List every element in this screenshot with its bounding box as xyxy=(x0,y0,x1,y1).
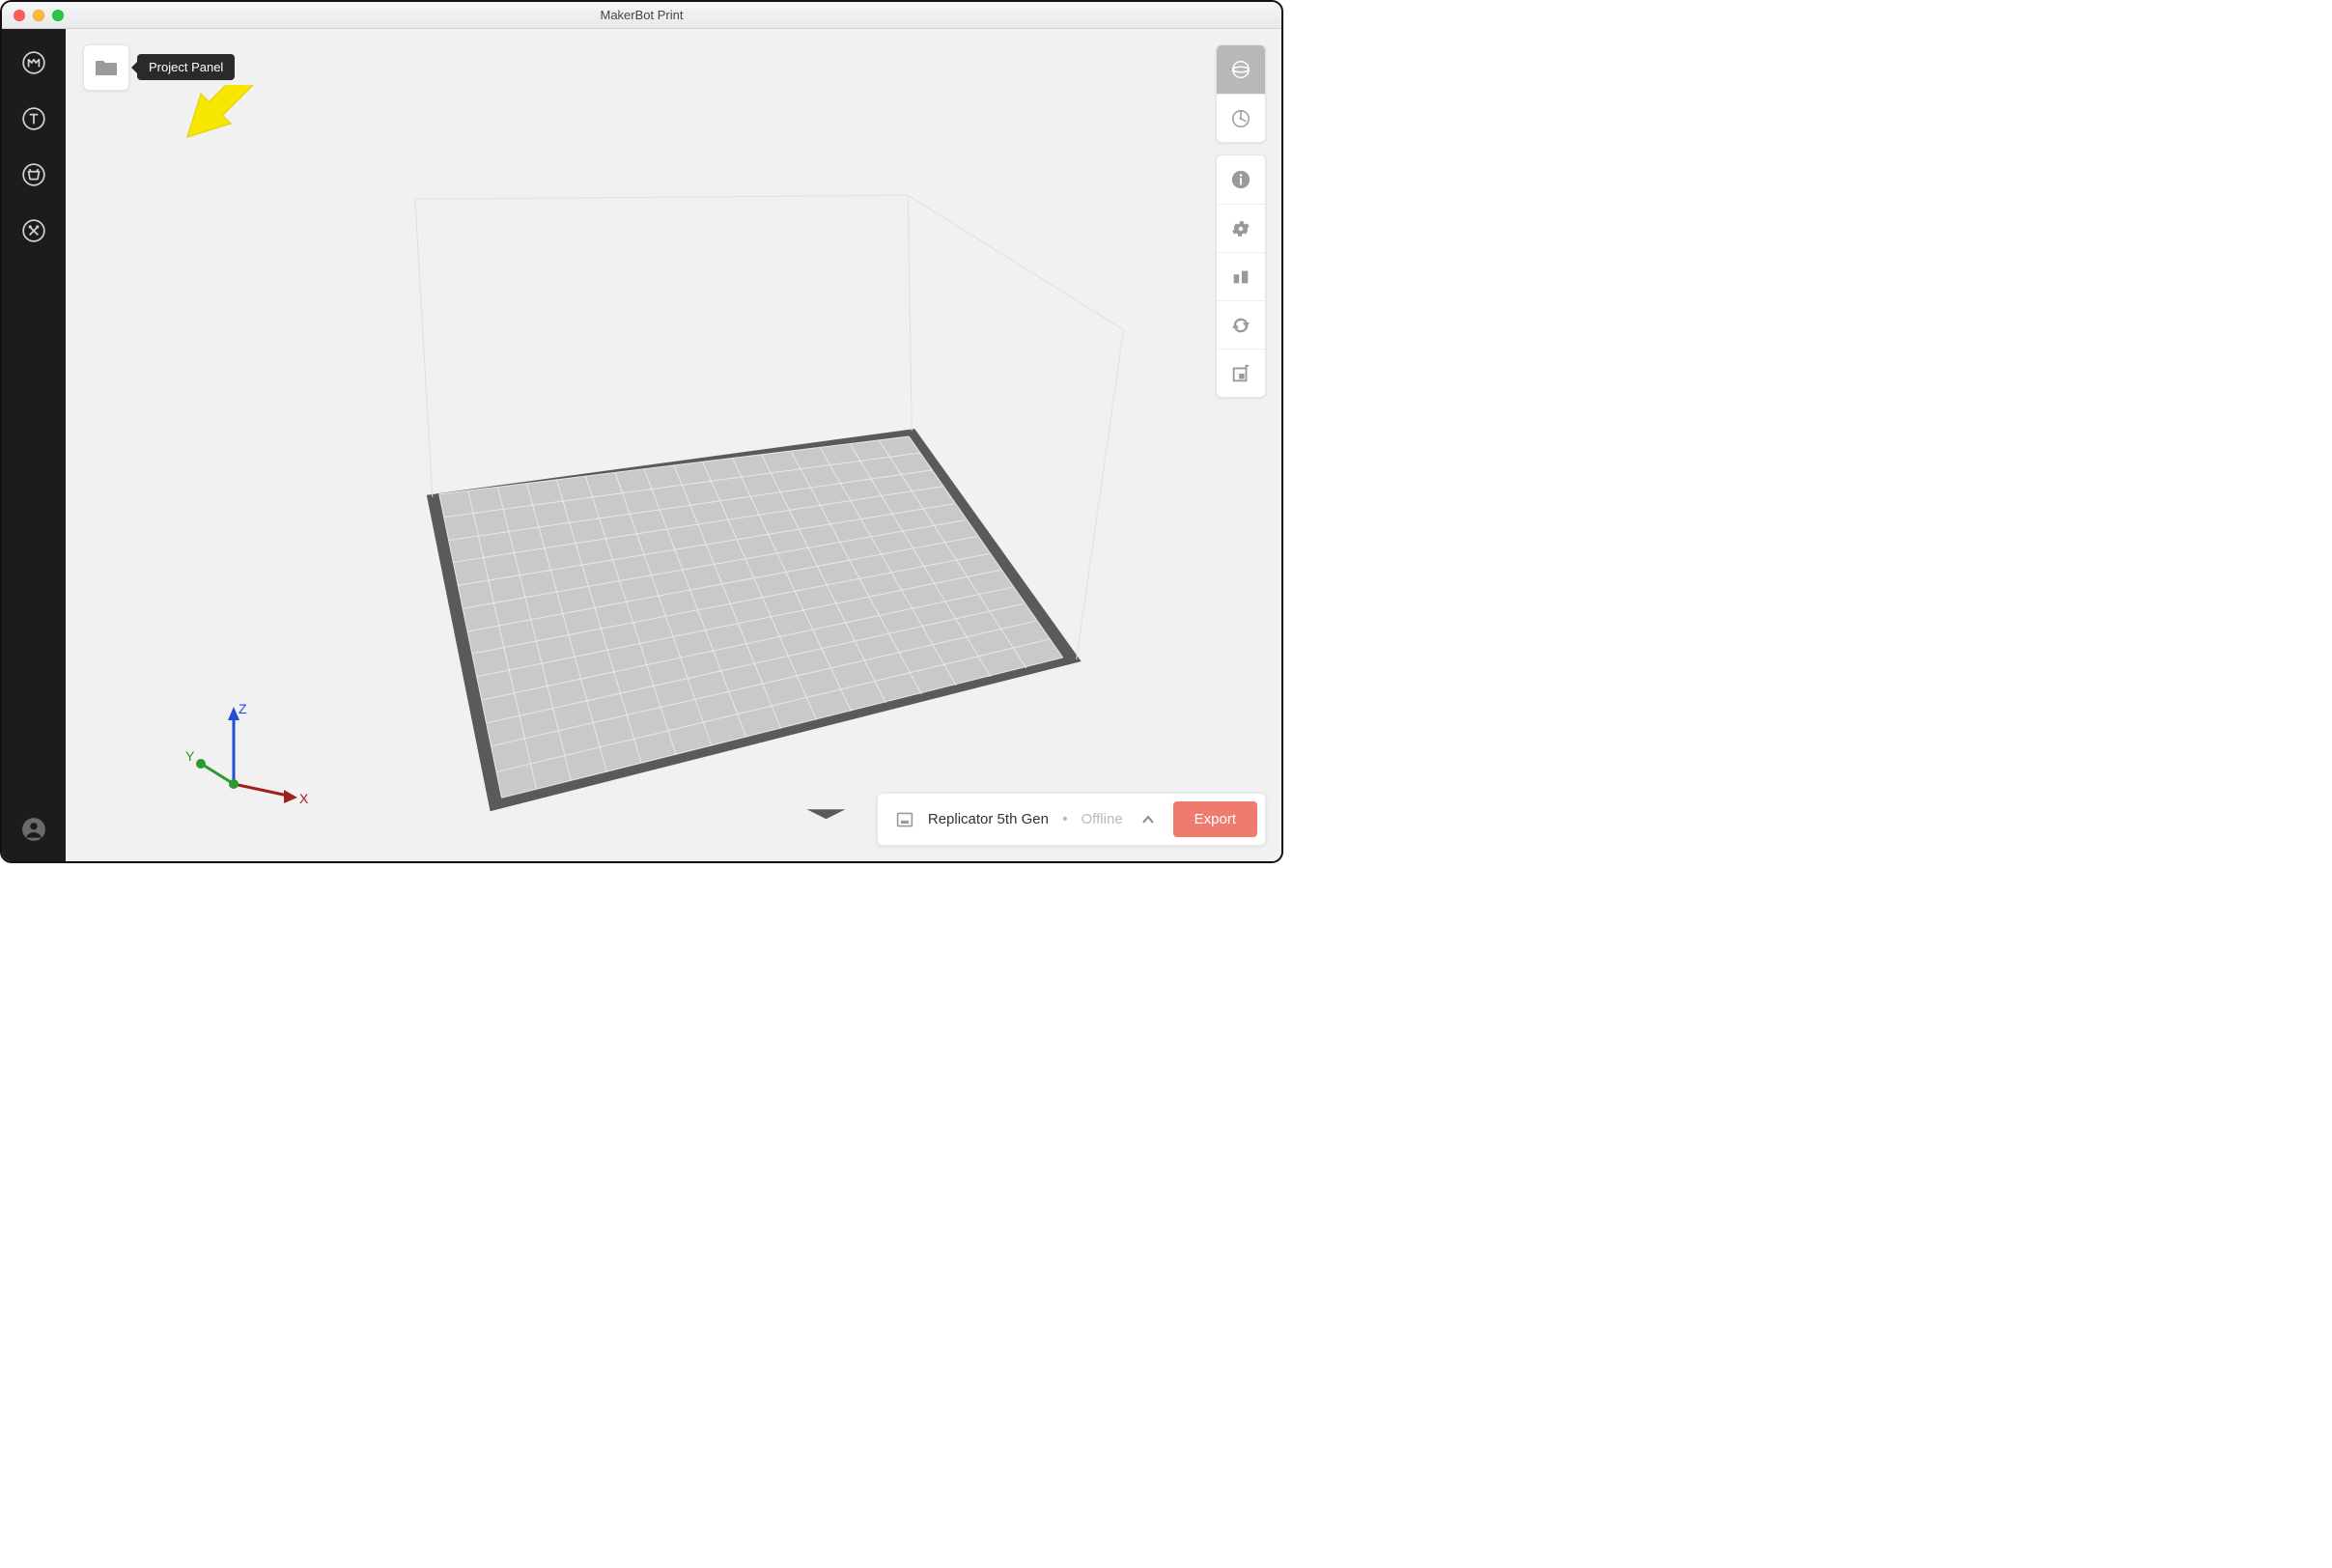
status-bar: Replicator 5th Gen • Offline Export xyxy=(877,793,1266,846)
project-panel-button[interactable] xyxy=(83,44,129,91)
printer-status: Offline xyxy=(1082,811,1123,827)
tools-icon[interactable] xyxy=(19,216,48,245)
window-title: MakerBot Print xyxy=(2,8,1281,22)
info-button[interactable] xyxy=(1217,155,1265,204)
arrange-icon xyxy=(1230,266,1251,288)
axis-z-label: Z xyxy=(239,701,247,716)
sync-button[interactable] xyxy=(1217,300,1265,349)
settings-button[interactable] xyxy=(1217,204,1265,252)
folder-icon xyxy=(95,57,118,78)
view-mode-model-button[interactable] xyxy=(1217,45,1265,94)
build-volume xyxy=(66,29,1281,861)
close-window-button[interactable] xyxy=(14,10,25,21)
separator-dot: • xyxy=(1062,811,1068,828)
titlebar: MakerBot Print xyxy=(2,2,1281,29)
gear-icon xyxy=(1230,218,1251,239)
printer-name: Replicator 5th Gen xyxy=(928,811,1049,827)
sphere-icon xyxy=(1230,59,1251,80)
chevron-up-icon xyxy=(1140,812,1156,827)
store-icon[interactable] xyxy=(19,160,48,189)
thingiverse-icon[interactable] xyxy=(19,104,48,133)
view-mode-preview-button[interactable] xyxy=(1217,94,1265,142)
minimize-window-button[interactable] xyxy=(33,10,44,21)
makerbot-logo-icon[interactable] xyxy=(19,48,48,77)
app-window: MakerBot Print xyxy=(0,0,1283,863)
printer-menu-toggle[interactable] xyxy=(1137,808,1160,831)
info-icon xyxy=(1230,169,1251,190)
maximize-window-button[interactable] xyxy=(52,10,64,21)
printer-icon xyxy=(895,811,914,828)
sidebar xyxy=(2,29,66,861)
fullscreen-button[interactable] xyxy=(1217,349,1265,397)
export-button[interactable]: Export xyxy=(1173,801,1257,837)
project-panel-tooltip: Project Panel xyxy=(137,54,235,80)
annotation-arrow xyxy=(162,85,317,239)
viewport[interactable]: Project Panel xyxy=(66,29,1281,861)
axis-x-label: X xyxy=(299,791,309,806)
axes-gizmo: Z Y X xyxy=(145,699,309,815)
print-preview-icon xyxy=(1230,108,1251,129)
refresh-icon xyxy=(1230,315,1251,336)
account-icon[interactable] xyxy=(19,815,48,844)
fullscreen-icon xyxy=(1230,363,1251,384)
arrange-button[interactable] xyxy=(1217,252,1265,300)
window-controls xyxy=(2,10,64,21)
axis-y-label: Y xyxy=(185,748,195,764)
right-toolbar xyxy=(1216,44,1266,398)
